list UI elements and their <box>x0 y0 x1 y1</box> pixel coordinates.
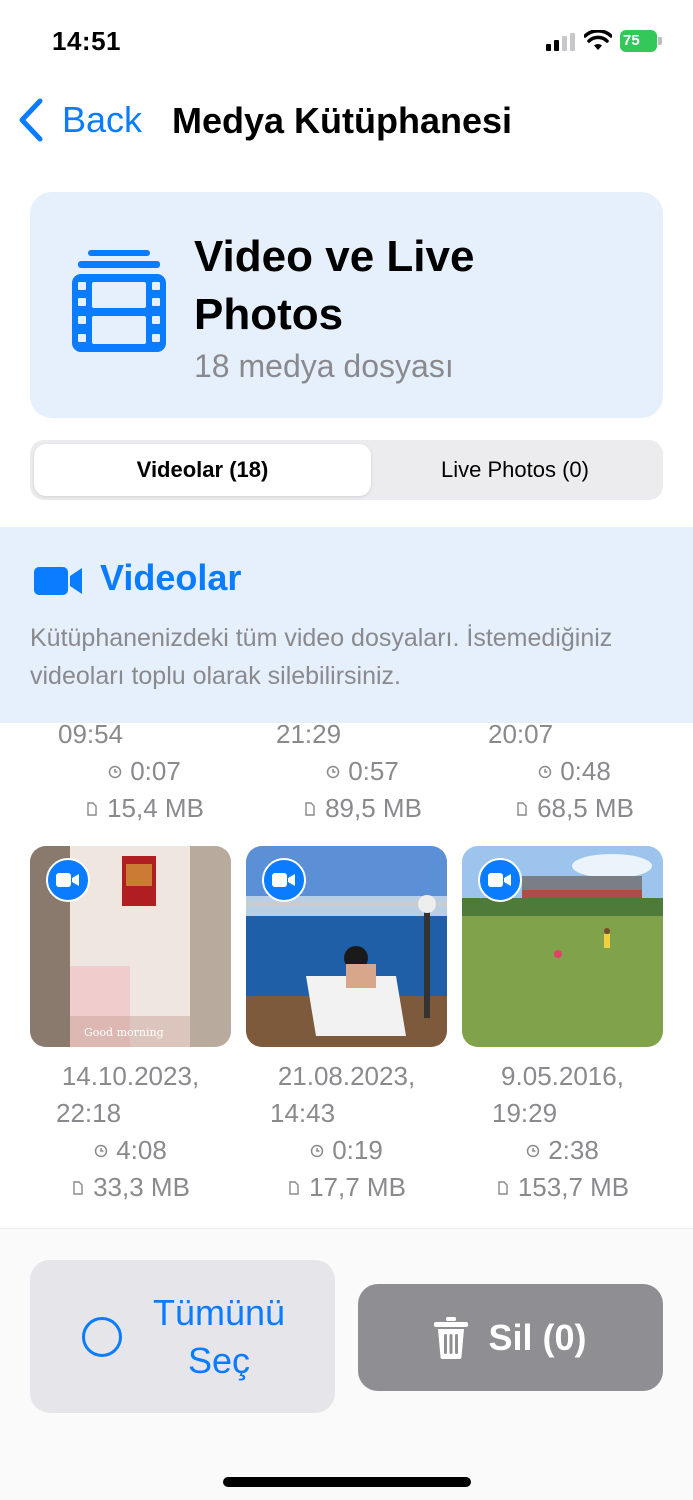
clock-icon <box>526 1144 540 1157</box>
trash-icon <box>434 1316 469 1359</box>
grid-row: Good morning 14.10.2023, 22:18 4:08 33,3… <box>0 846 693 1226</box>
video-badge-icon <box>262 858 306 902</box>
film-stack-icon <box>72 250 166 352</box>
delete-label: Sil (0) <box>488 1316 587 1358</box>
clock-icon <box>538 765 552 778</box>
tab-videos[interactable]: Videolar (18) <box>34 444 371 496</box>
battery-icon: 75 <box>620 30 662 52</box>
back-label: Back <box>62 99 143 140</box>
segmented-control: Videolar (18) Live Photos (0) <box>30 440 663 500</box>
video-thumbnail[interactable] <box>246 846 447 1047</box>
select-all-button[interactable]: Tümünü Seç <box>30 1260 335 1413</box>
grid-row-partial: 09:54 0:07 15,4 MB 21:29 0:57 89,5 MB 20… <box>0 716 693 826</box>
video-badge-icon <box>478 858 522 902</box>
video-grid: 09:54 0:07 15,4 MB 21:29 0:57 89,5 MB 20… <box>0 716 693 1226</box>
video-badge-icon <box>46 858 90 902</box>
document-icon <box>517 801 527 816</box>
page-title: Medya Kütüphanesi <box>172 100 513 141</box>
home-indicator[interactable] <box>223 1477 471 1487</box>
section-description: Kütüphanenizdeki tüm video dosyaları. İs… <box>30 624 613 690</box>
video-duration: 0:57 <box>262 753 463 790</box>
document-icon <box>73 1180 83 1195</box>
video-duration: 0:07 <box>44 753 245 790</box>
video-duration: 0:19 <box>246 1132 447 1169</box>
status-time: 14:51 <box>52 26 121 56</box>
video-duration: 4:08 <box>30 1132 231 1169</box>
select-all-label: Tümünü Seç <box>152 1291 286 1381</box>
video-duration: 0:48 <box>474 753 675 790</box>
video-date: 21.08.2023, <box>277 1061 416 1091</box>
battery-level: 75 <box>620 30 657 52</box>
document-icon <box>87 801 97 816</box>
media-summary-card: Video ve Live Photos 18 medya dosyası <box>30 192 663 418</box>
navigation-bar: Back Medya Kütüphanesi <box>0 84 693 158</box>
cellular-signal-icon <box>546 33 575 51</box>
media-count: 18 medya dosyası <box>194 348 454 384</box>
clock-icon <box>326 765 340 778</box>
video-duration: 2:38 <box>462 1132 663 1169</box>
radio-circle-icon <box>82 1316 122 1357</box>
video-size: 17,7 MB <box>246 1169 447 1206</box>
tab-live-photos[interactable]: Live Photos (0) <box>371 444 659 496</box>
video-date: 9.05.2016, <box>501 1061 624 1091</box>
video-size: 89,5 MB <box>262 790 463 827</box>
video-size: 68,5 MB <box>474 790 675 827</box>
video-camera-icon <box>34 567 82 595</box>
back-button[interactable]: Back <box>16 96 142 144</box>
video-time: 14:43 <box>270 1098 336 1128</box>
chevron-left-icon <box>19 98 43 142</box>
card-title: Video ve Live Photos <box>194 232 475 339</box>
video-time: 22:18 <box>56 1098 122 1128</box>
clock-icon <box>108 765 122 778</box>
status-bar: 14:51 75 <box>0 0 693 84</box>
document-icon <box>498 1180 508 1195</box>
section-title: Videolar <box>100 557 242 598</box>
clock-icon <box>94 1144 108 1157</box>
video-size: 153,7 MB <box>462 1169 663 1206</box>
video-thumbnail[interactable]: Good morning <box>30 846 231 1047</box>
video-size: 15,4 MB <box>44 790 245 827</box>
delete-button[interactable]: Sil (0) <box>358 1284 663 1391</box>
overlay-text: Good morning <box>84 1026 164 1039</box>
section-header: Videolar Kütüphanenizdeki tüm video dosy… <box>0 527 693 723</box>
video-time: 19:29 <box>492 1098 558 1128</box>
wifi-icon <box>584 30 612 50</box>
document-icon <box>289 1180 299 1195</box>
clock-icon <box>310 1144 324 1157</box>
bottom-action-bar: Tümünü Seç Sil (0) <box>0 1228 693 1500</box>
document-icon <box>305 801 315 816</box>
video-date: 14.10.2023, <box>61 1061 200 1091</box>
video-thumbnail[interactable] <box>462 846 663 1047</box>
video-size: 33,3 MB <box>30 1169 231 1206</box>
